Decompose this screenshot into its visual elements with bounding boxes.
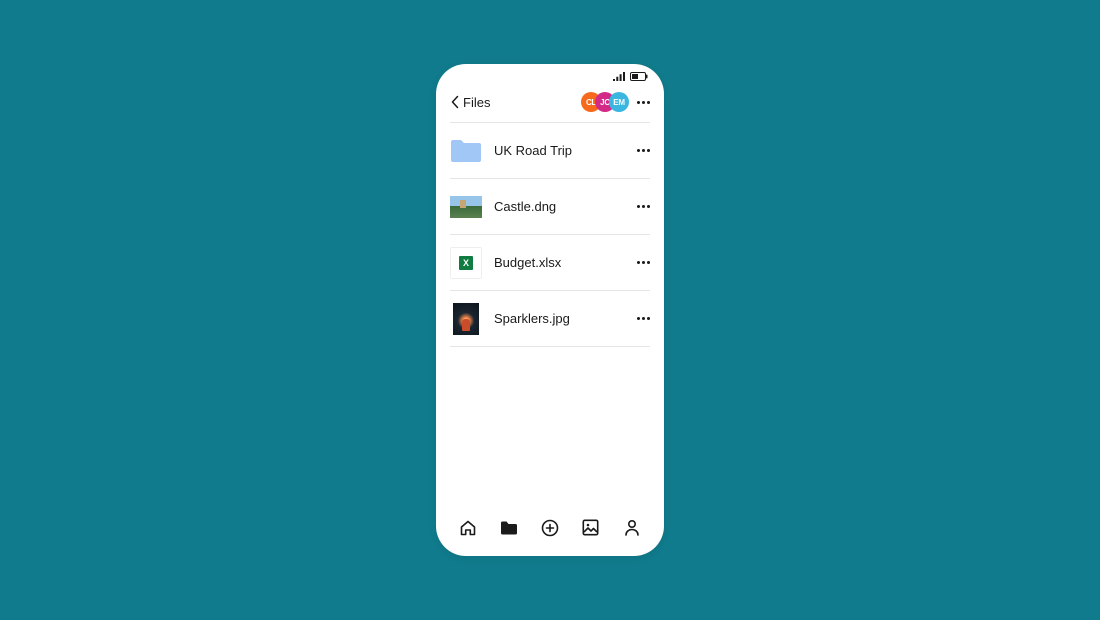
file-name: UK Road Trip bbox=[494, 143, 621, 158]
nav-add[interactable] bbox=[538, 518, 562, 542]
header-more-button[interactable] bbox=[637, 101, 650, 104]
folder-icon bbox=[500, 520, 518, 541]
plus-circle-icon bbox=[541, 519, 559, 542]
more-icon bbox=[637, 149, 650, 152]
image-thumbnail bbox=[450, 303, 482, 335]
image-thumbnail bbox=[450, 191, 482, 223]
status-bar bbox=[436, 64, 664, 84]
file-name: Budget.xlsx bbox=[494, 255, 621, 270]
signal-icon bbox=[613, 72, 625, 81]
bottom-nav bbox=[436, 514, 664, 556]
row-more-button[interactable] bbox=[633, 145, 650, 156]
file-list: UK Road Trip Castle.dng X Budget.xlsx bbox=[450, 122, 650, 347]
row-more-button[interactable] bbox=[633, 201, 650, 212]
photo-icon bbox=[582, 519, 599, 541]
avatar: EM bbox=[609, 92, 629, 112]
xlsx-icon: X bbox=[450, 247, 482, 279]
back-button[interactable]: Files bbox=[450, 95, 490, 110]
phone-frame: Files CL JC EM UK Road Trip Castle.dn bbox=[436, 64, 664, 556]
more-icon bbox=[637, 317, 650, 320]
nav-files[interactable] bbox=[497, 518, 521, 542]
more-icon bbox=[637, 101, 650, 104]
shared-avatars[interactable]: CL JC EM bbox=[581, 92, 629, 112]
nav-home[interactable] bbox=[456, 518, 480, 542]
file-name: Sparklers.jpg bbox=[494, 311, 621, 326]
row-more-button[interactable] bbox=[633, 313, 650, 324]
header: Files CL JC EM bbox=[436, 84, 664, 122]
list-item[interactable]: X Budget.xlsx bbox=[450, 235, 650, 291]
list-item[interactable]: Castle.dng bbox=[450, 179, 650, 235]
folder-icon bbox=[450, 135, 482, 167]
nav-account[interactable] bbox=[620, 518, 644, 542]
person-icon bbox=[624, 519, 640, 541]
nav-photos[interactable] bbox=[579, 518, 603, 542]
home-icon bbox=[459, 519, 477, 542]
back-label: Files bbox=[463, 95, 490, 110]
list-item[interactable]: UK Road Trip bbox=[450, 123, 650, 179]
list-item[interactable]: Sparklers.jpg bbox=[450, 291, 650, 347]
file-name: Castle.dng bbox=[494, 199, 621, 214]
more-icon bbox=[637, 205, 650, 208]
more-icon bbox=[637, 261, 650, 264]
battery-icon bbox=[630, 72, 648, 81]
row-more-button[interactable] bbox=[633, 257, 650, 268]
chevron-left-icon bbox=[450, 95, 460, 109]
